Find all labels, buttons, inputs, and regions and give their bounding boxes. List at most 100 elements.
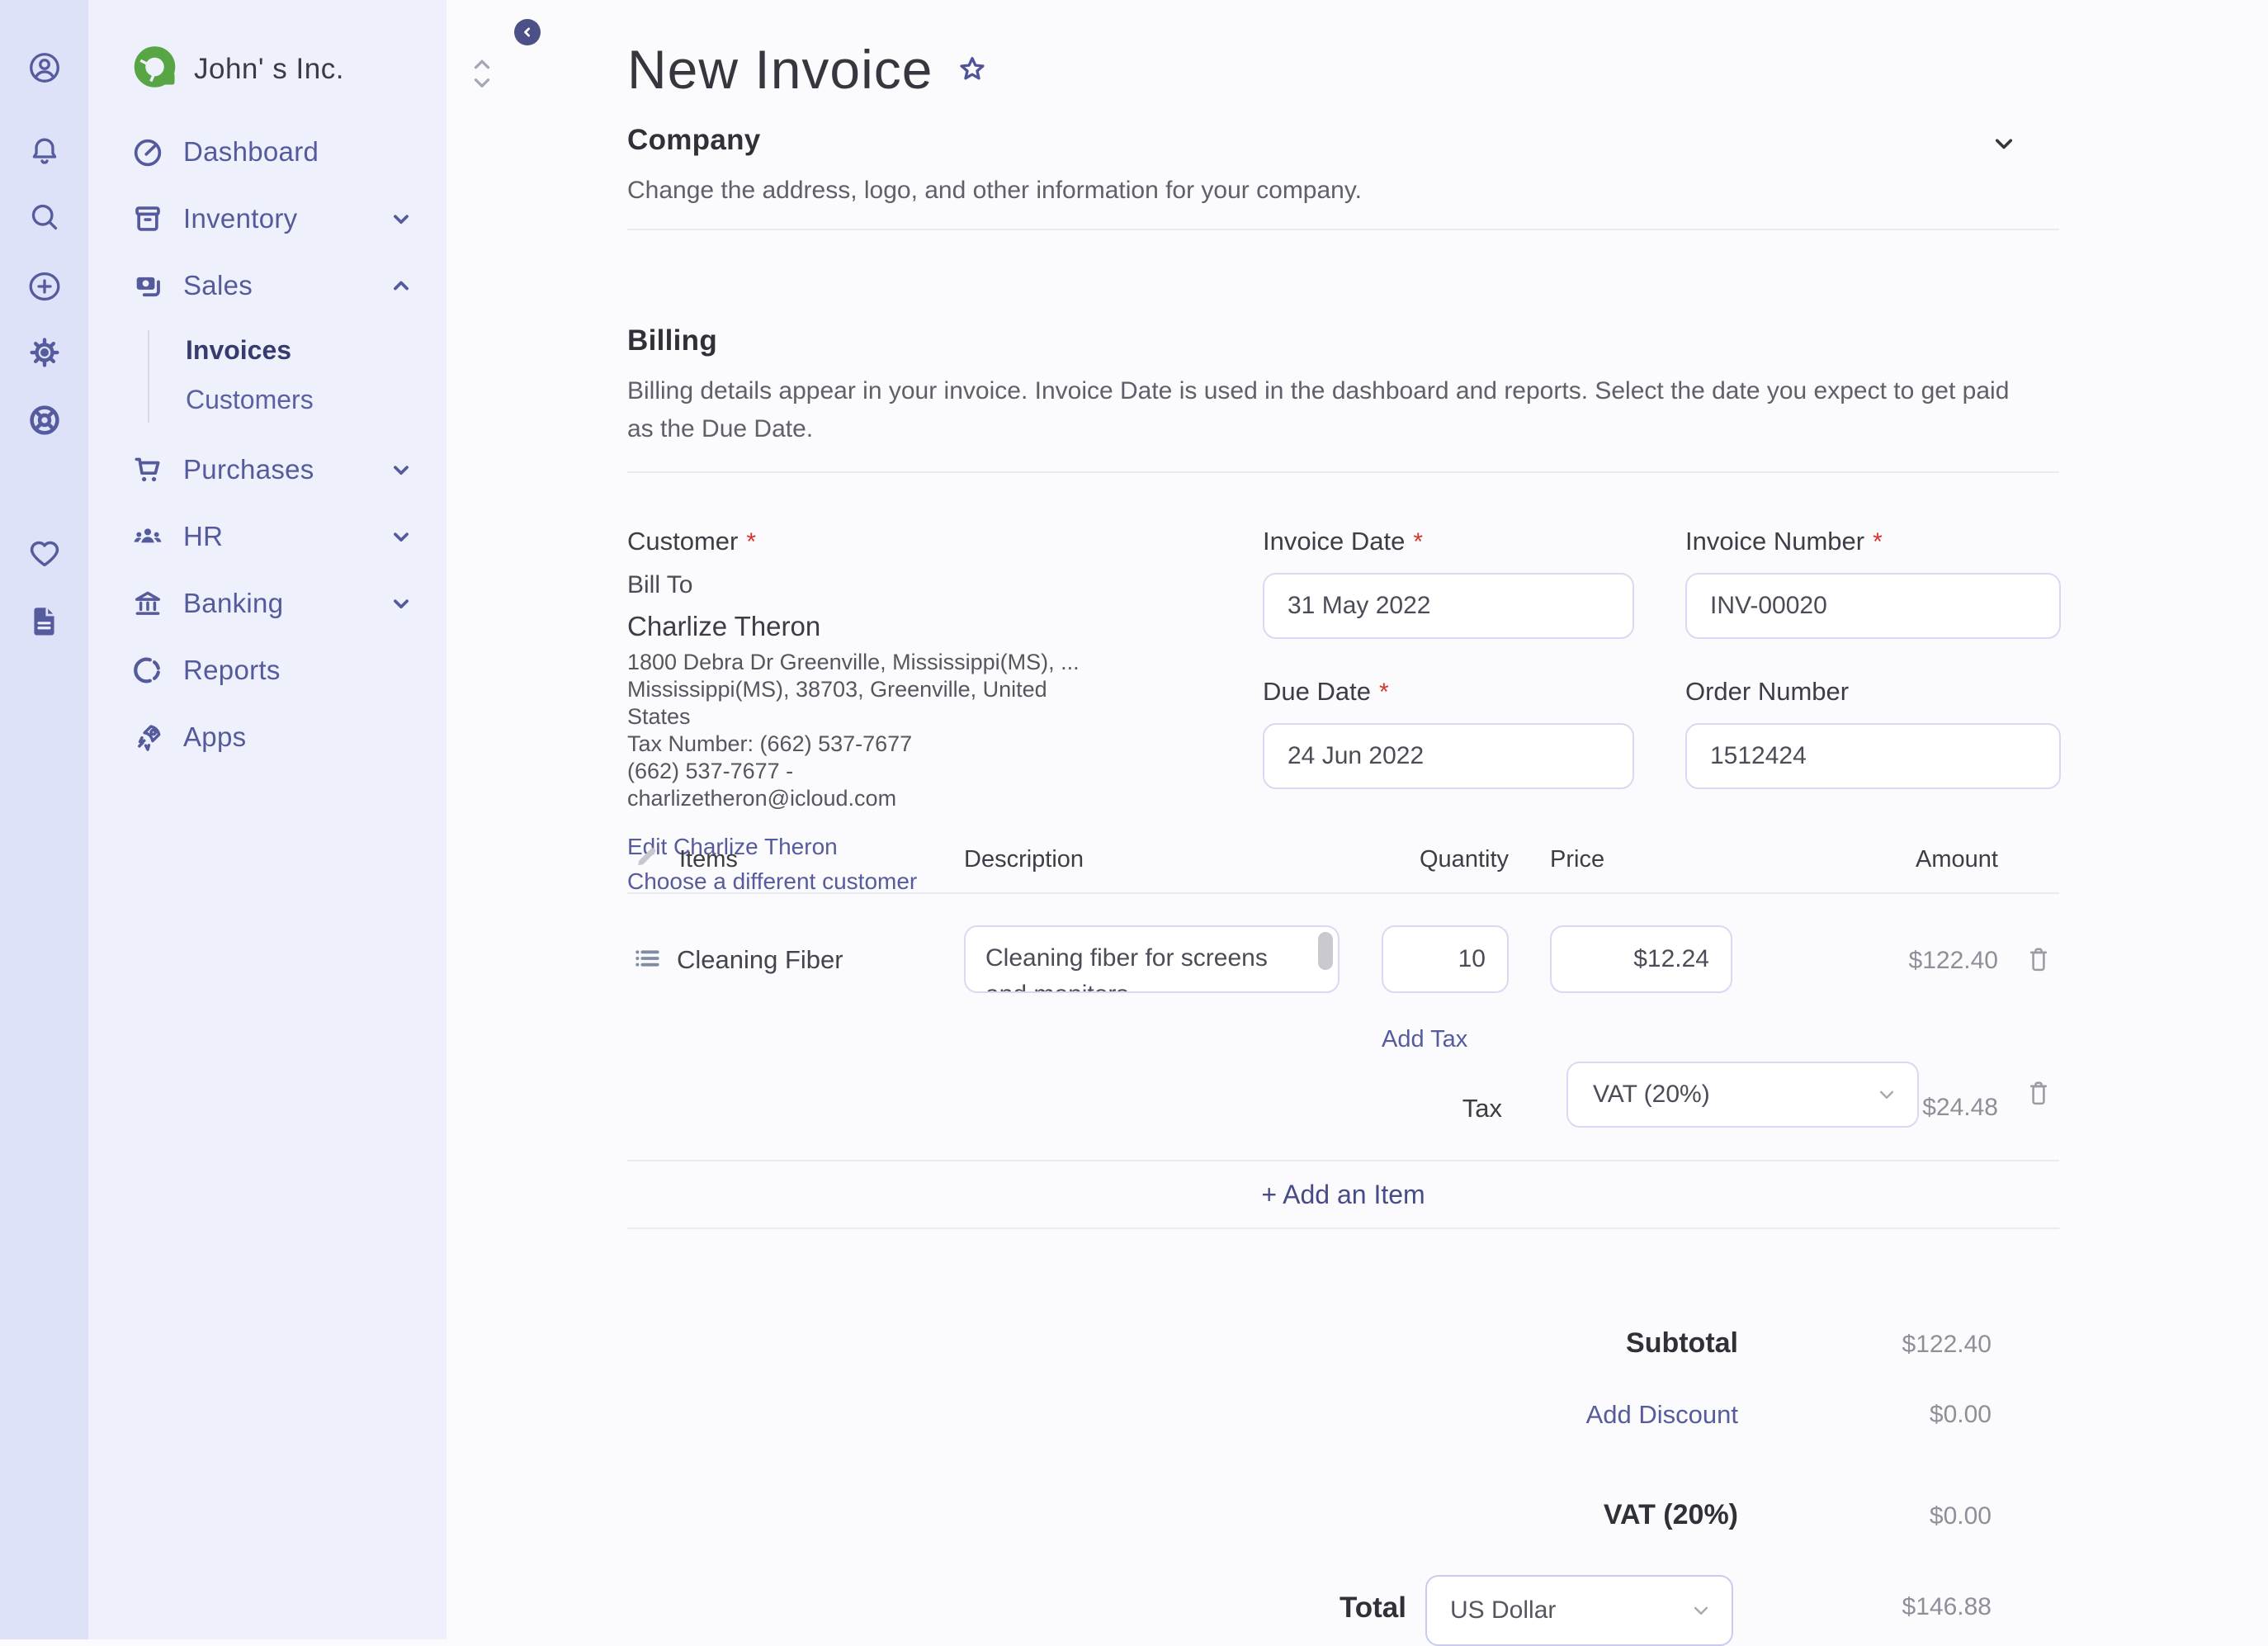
company-expand-chevron-icon[interactable] — [1989, 129, 2019, 158]
main-content: New Invoice Company Change the address, … — [447, 0, 2268, 1646]
currency-select[interactable]: US Dollar — [1425, 1575, 1733, 1646]
invoice-number-field: Invoice Number * — [1685, 527, 2061, 639]
customer-tax-number: Tax Number: (662) 537-7677 — [627, 731, 913, 756]
chevron-down-icon[interactable] — [387, 456, 415, 484]
table-header-divider — [627, 892, 2059, 894]
column-header-description: Description — [964, 846, 1084, 873]
sidebar-item-reports[interactable]: Reports — [88, 636, 447, 703]
invoice-number-input[interactable] — [1685, 573, 2061, 639]
delete-tax-trash-icon[interactable] — [2025, 1079, 2052, 1109]
item-price-input[interactable] — [1550, 925, 1732, 993]
sales-submenu: Invoices Customers — [88, 325, 447, 424]
chevron-up-icon[interactable] — [387, 272, 415, 300]
order-number-field: Order Number — [1685, 677, 2061, 789]
sidebar: John' s Inc. Dashboard Inventory Sales I… — [88, 0, 541, 1639]
sidebar-item-invoices[interactable]: Invoices — [88, 325, 447, 375]
billing-section: Billing Billing details appear in your i… — [627, 324, 2059, 473]
company-switch-control[interactable] — [470, 56, 494, 89]
tax-select-value: VAT (20%) — [1593, 1081, 1710, 1108]
sales-money-icon — [130, 268, 165, 303]
description-scrollbar-thumb[interactable] — [1318, 932, 1333, 970]
section-divider — [627, 229, 2059, 230]
company-switcher-row: John' s Inc. — [88, 38, 490, 104]
search-icon[interactable] — [27, 200, 62, 234]
order-number-input[interactable] — [1685, 723, 2061, 789]
customer-block: Customer * Bill To Charlize Theron 1800 D… — [627, 527, 1254, 895]
table-divider — [627, 1227, 2059, 1229]
add-discount-link[interactable]: Add Discount — [1243, 1400, 1738, 1430]
item-quantity-input[interactable] — [1382, 925, 1509, 993]
item-amount: $122.40 — [1908, 947, 1998, 974]
item-description-textarea[interactable]: Cleaning fiber for screens and monitors — [966, 927, 1338, 991]
edit-pencil-icon — [632, 841, 662, 871]
favorite-star-icon[interactable] — [955, 52, 990, 87]
icon-rail — [0, 0, 88, 1639]
item-list-icon — [631, 942, 664, 975]
sidebar-nav: Dashboard Inventory Sales Invoices Custo… — [88, 118, 447, 770]
sidebar-item-purchases[interactable]: Purchases — [88, 436, 447, 503]
chevron-down-icon[interactable] — [387, 205, 415, 233]
item-description-box: Cleaning fiber for screens and monitors — [964, 925, 1340, 993]
sidebar-item-sales[interactable]: Sales — [88, 252, 447, 319]
tax-row-label: Tax — [1462, 1094, 1502, 1123]
favorites-heart-icon[interactable] — [27, 536, 62, 570]
section-divider — [627, 471, 2059, 473]
sidebar-item-banking[interactable]: Banking — [88, 570, 447, 636]
invoice-date-input[interactable] — [1263, 573, 1634, 639]
sidebar-item-hr[interactable]: HR — [88, 503, 447, 570]
invoice-date-field: Invoice Date * — [1263, 527, 1634, 639]
company-logo[interactable] — [131, 43, 181, 92]
total-value: $146.88 — [1902, 1593, 1992, 1620]
submenu-indent-line — [148, 330, 149, 423]
customer-label: Customer — [627, 527, 739, 556]
required-asterisk: * — [746, 528, 757, 556]
chevron-down-icon[interactable] — [387, 589, 415, 617]
sidebar-item-customers[interactable]: Customers — [88, 375, 447, 424]
account-icon[interactable] — [27, 50, 62, 85]
column-header-items: Items — [679, 846, 738, 873]
discount-value: $0.00 — [1929, 1401, 1992, 1428]
documents-icon[interactable] — [27, 603, 62, 638]
customer-email: charlizetheron@icloud.com — [627, 786, 897, 811]
customer-address: 1800 Debra Dr Greenville, Mississippi(MS… — [627, 650, 1080, 811]
customer-name: Charlize Theron — [627, 611, 821, 641]
vat-total-value: $0.00 — [1929, 1502, 1992, 1530]
notifications-bell-icon[interactable] — [27, 134, 62, 168]
chevron-down-icon[interactable] — [387, 523, 415, 551]
sidebar-item-dashboard[interactable]: Dashboard — [88, 118, 447, 185]
column-header-quantity: Quantity — [1420, 846, 1509, 873]
bill-to-label: Bill To — [627, 571, 693, 598]
sidebar-collapse-button[interactable] — [514, 19, 541, 45]
due-date-input[interactable] — [1263, 723, 1634, 789]
currency-select-value: US Dollar — [1450, 1596, 1557, 1624]
delete-item-trash-icon[interactable] — [2025, 945, 2052, 975]
add-item-button[interactable]: + Add an Item — [627, 1180, 2059, 1210]
billing-section-title: Billing — [627, 324, 718, 357]
dashboard-icon — [130, 135, 165, 169]
sidebar-item-apps[interactable]: Apps — [88, 703, 447, 770]
settings-gear-icon[interactable] — [27, 335, 62, 370]
page-title: New Invoice — [627, 39, 933, 100]
subtotal-label: Subtotal — [1626, 1327, 1738, 1359]
items-table: Items Description Quantity Price Amount … — [627, 846, 2059, 1234]
add-tax-link[interactable]: Add Tax — [1382, 1026, 1467, 1053]
company-section-title: Company — [627, 124, 761, 156]
due-date-field: Due Date * — [1263, 677, 1634, 789]
company-section-description: Change the address, logo, and other info… — [627, 177, 1362, 204]
page-header: New Invoice — [627, 38, 990, 101]
item-name: Cleaning Fiber — [677, 945, 843, 974]
subtotal-value: $122.40 — [1902, 1331, 1992, 1358]
tax-amount: $24.48 — [1922, 1094, 1998, 1121]
billing-section-description: Billing details appear in your invoice. … — [627, 377, 2010, 442]
company-name: John' s Inc. — [194, 53, 344, 85]
vat-total-label: VAT (20%) — [1603, 1499, 1738, 1530]
add-new-icon[interactable] — [27, 269, 62, 304]
chevron-down-icon — [1689, 1598, 1713, 1623]
purchases-cart-icon — [130, 452, 165, 487]
customer-phone: (662) 537-7677 - — [627, 759, 794, 783]
total-label: Total — [1339, 1592, 1406, 1624]
sidebar-item-inventory[interactable]: Inventory — [88, 185, 447, 252]
hr-people-icon — [130, 519, 165, 554]
support-lifering-icon[interactable] — [27, 403, 62, 438]
table-divider — [627, 1160, 2059, 1161]
